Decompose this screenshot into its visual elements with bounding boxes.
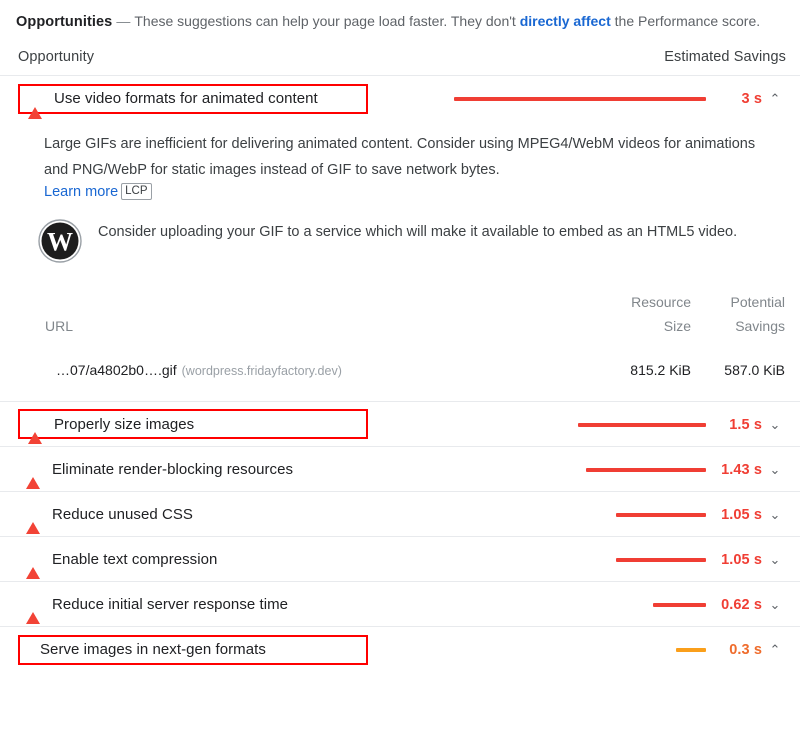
opportunity-title-wrap: Enable text compression [18,544,218,579]
opportunity-row-reduce-unused-css[interactable]: Reduce unused CSS 1.05 s ⌄ [0,492,800,537]
potential-savings-header-line1: Potential [730,294,785,310]
opportunity-title: Use video formats for animated content [54,90,318,107]
potential-savings-cell: 587.0 KiB [724,362,785,378]
opportunity-detail-panel: Large GIFs are inefficient for deliverin… [0,121,800,201]
red-triangle-icon [26,460,40,489]
url-cell: …07/a4802b0….gif (wordpress.fridayfactory… [44,340,598,379]
opportunity-title: Enable text compression [52,550,218,568]
savings-bar [454,96,706,101]
column-header-estimated-savings: Estimated Savings [664,49,786,65]
chevron-down-icon[interactable]: ⌄ [764,553,786,566]
stack-pack-text: Consider uploading your GIF to a service… [98,224,738,240]
opportunity-metrics: 1.43 s ⌄ [446,447,786,492]
opportunities-description: Opportunities — These suggestions can help… [0,0,800,35]
opportunities-table-header: Opportunity Estimated Savings [0,35,800,76]
savings-bar [616,512,706,517]
url-host: (wordpress.fridayfactory.dev) [181,364,342,378]
opportunity-title: Eliminate render-blocking resources [52,460,294,478]
wordpress-logo-icon: W [38,219,82,263]
red-triangle-icon [26,550,40,579]
savings-value: 1.43 s [721,461,762,478]
savings-value: 1.5 s [729,416,762,433]
chevron-down-icon[interactable]: ⌄ [764,508,786,521]
highlight-box: Properly size images [18,409,368,444]
resource-size-cell: 815.2 KiB [630,362,691,378]
opportunity-title: Serve images in next-gen formats [40,641,266,658]
table-row: …07/a4802b0….gif (wordpress.fridayfactory… [44,340,786,379]
highlight-box: Serve images in next-gen formats [18,634,368,665]
savings-bar-track [446,467,706,472]
svg-text:W: W [47,228,73,257]
savings-bar [586,467,706,472]
opportunity-metrics: 1.05 s ⌄ [446,492,786,537]
savings-bar-track [446,512,706,517]
savings-bar [653,602,706,607]
url-table-header-row: URL Resource Size Potential Savings [44,289,786,340]
opportunity-title-wrap: Eliminate render-blocking resources [18,454,294,489]
savings-bar [616,557,706,562]
savings-bar [578,422,706,427]
intro-text-before-link: These suggestions can help your page loa… [134,13,520,29]
red-triangle-icon [26,505,40,534]
opportunity-metrics: 1.5 s ⌄ [446,402,786,447]
chevron-down-icon[interactable]: ⌄ [764,463,786,476]
opportunity-metrics: 0.3 s ⌃ [446,627,786,672]
opportunity-title-wrap: Reduce initial server response time [18,589,289,624]
lcp-badge: LCP [121,183,152,200]
opportunity-title-wrap: Reduce unused CSS [18,499,193,534]
lighthouse-opportunities-panel: Opportunities — These suggestions can help… [0,0,800,739]
opportunity-row-use-video-formats[interactable]: Use video formats for animated content 3… [0,76,800,121]
opportunity-url-table: URL Resource Size Potential Savings …07/… [0,263,800,379]
resource-size-header-line1: Resource [631,294,691,310]
opportunity-row-enable-text-compression[interactable]: Enable text compression 1.05 s ⌄ [0,537,800,582]
savings-bar-track [446,602,706,607]
opportunity-title: Reduce unused CSS [52,505,193,523]
highlight-box-use-video-formats: Use video formats for animated content [18,83,368,119]
opportunity-row-eliminate-render-blocking-resources[interactable]: Eliminate render-blocking resources 1.43 … [0,447,800,492]
column-header-opportunity: Opportunity [18,49,95,65]
opportunity-title: Properly size images [54,415,195,433]
url-text[interactable]: …07/a4802b0….gif [56,362,177,378]
intro-dash: — [116,13,131,29]
url-column-header: URL [45,318,74,334]
potential-savings-header-line2: Savings [735,318,785,334]
opportunities-list: Properly size images 1.5 s ⌄ Eliminate rend… [0,401,800,672]
savings-bar-track [446,422,706,427]
chevron-up-icon[interactable]: ⌃ [764,643,786,656]
savings-bar-track [446,557,706,562]
chevron-down-icon[interactable]: ⌄ [764,418,786,431]
opportunity-row-properly-size-images[interactable]: Properly size images 1.5 s ⌄ [0,402,800,447]
savings-value: 1.05 s [721,506,762,523]
opportunity-title: Reduce initial server response time [52,595,289,613]
chevron-down-icon[interactable]: ⌄ [764,598,786,611]
savings-value: 3 s [741,90,762,107]
red-triangle-icon [28,415,42,444]
savings-value: 0.62 s [721,596,762,613]
resource-size-column-header: Resource Size [598,289,692,340]
stack-pack-tip: W Consider uploading your GIF to a servi… [0,201,800,263]
section-title: Opportunities [16,14,113,30]
savings-bar [676,647,706,652]
savings-value: 0.3 s [729,641,762,658]
learn-more-row: Learn more LCP [44,183,784,201]
red-triangle-icon [26,595,40,624]
savings-bar-track [446,647,706,652]
savings-bar-track [446,96,706,101]
learn-more-link[interactable]: Learn more [44,184,118,200]
opportunity-row-serve-images-in-next-gen-formats[interactable]: Serve images in next-gen formats 0.3 s ⌃ [0,627,800,672]
opportunity-row-reduce-initial-server-response-time[interactable]: Reduce initial server response time 0.62 … [0,582,800,627]
savings-value: 1.05 s [721,551,762,568]
intro-text-after-link: the Performance score. [610,13,761,29]
resource-size-header-line2: Size [663,318,691,334]
opportunity-metrics: 3 s ⌃ [446,76,786,121]
opportunity-metrics: 0.62 s ⌄ [446,582,786,627]
red-triangle-icon [28,89,42,119]
directly-affect-link[interactable]: directly affect [520,13,611,29]
opportunity-metrics: 1.05 s ⌄ [446,537,786,582]
opportunity-description: Large GIFs are inefficient for deliverin… [44,136,756,178]
chevron-up-icon[interactable]: ⌃ [764,92,786,105]
potential-savings-column-header: Potential Savings [692,289,786,340]
